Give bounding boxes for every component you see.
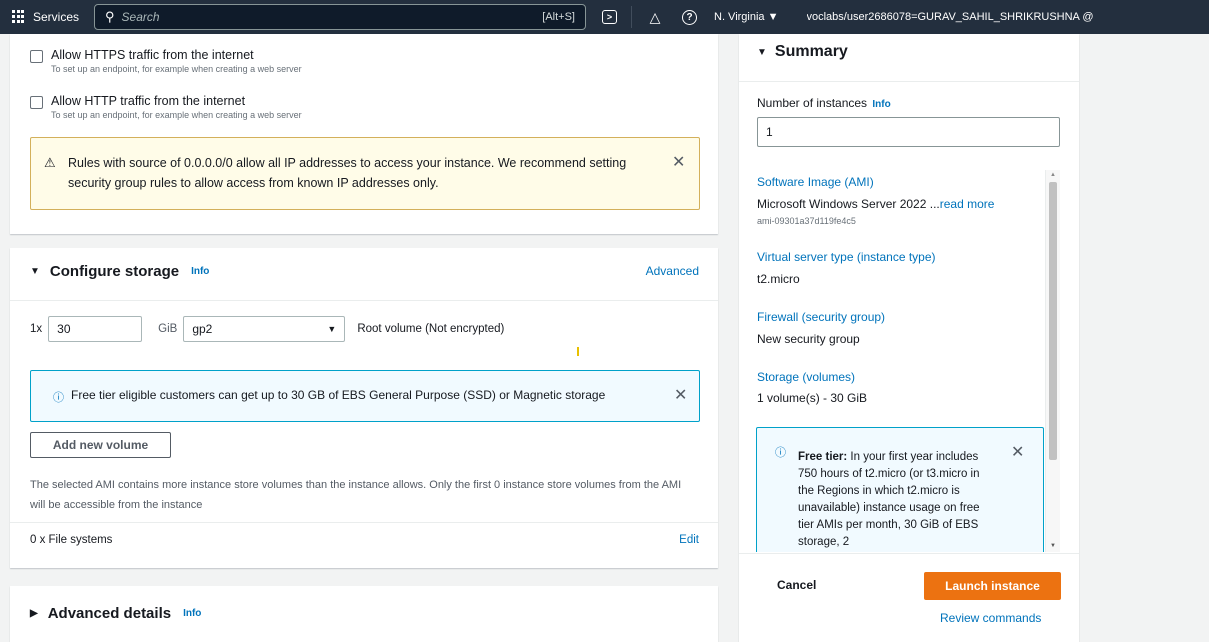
http-checkbox-row: Allow HTTP traffic from the internet To …	[30, 94, 302, 120]
volume-type-value: gp2	[192, 322, 213, 336]
search-placeholder: Search	[121, 10, 160, 24]
account-menu[interactable]: voclabs/user2686078=GURAV_SAHIL_SHRIKRUS…	[807, 11, 1094, 23]
file-systems-divider	[10, 522, 718, 523]
launch-instance-button[interactable]: Launch instance	[924, 572, 1061, 600]
notifications-bell-icon[interactable]: △	[646, 8, 664, 26]
volume-type-select[interactable]: gp2 ▼	[183, 316, 346, 342]
volume-multiplier: 1x	[30, 323, 43, 335]
storage-summary-link[interactable]: Storage (volumes)	[757, 370, 855, 384]
advanced-link[interactable]: Advanced	[646, 264, 699, 278]
free-tier-summary-text: Free tier: In your first year includes 7…	[798, 449, 998, 551]
close-icon[interactable]: ✕	[674, 385, 687, 405]
firewall-link[interactable]: Firewall (security group)	[757, 310, 885, 324]
info-circle-icon: ⓘ	[53, 392, 64, 404]
caret-down-icon: ▼	[757, 46, 767, 58]
root-volume-row: 1x 30 GiB gp2 ▼ Root volume (Not encrypt…	[30, 316, 504, 342]
scroll-down-arrow-icon[interactable]: ▼	[1050, 543, 1056, 549]
free-tier-storage-text: Free tier eligible customers can get up …	[71, 388, 606, 402]
storage-title: Configure storage	[49, 263, 180, 280]
summary-title: Summary	[774, 43, 848, 60]
search-shortcut: [Alt+S]	[542, 11, 575, 23]
volume-unit-label: GiB	[158, 323, 178, 335]
instances-label: Number of instances	[757, 96, 868, 110]
ami-summary-link[interactable]: Software Image (AMI)	[757, 175, 874, 189]
close-icon[interactable]: ✕	[1011, 442, 1024, 462]
help-icon[interactable]: ?	[682, 9, 697, 25]
configure-storage-panel: ▼ Configure storage Info Advanced 1x 30 …	[10, 248, 718, 568]
summary-scrollbar[interactable]: ▲ ▼	[1045, 170, 1060, 552]
cloudshell-icon[interactable]: >	[602, 10, 617, 24]
http-label: Allow HTTP traffic from the internet	[51, 94, 246, 108]
https-checkbox[interactable]	[30, 50, 43, 63]
http-description: To set up an endpoint, for example when …	[51, 110, 302, 120]
warning-text: Rules with source of 0.0.0.0/0 allow all…	[68, 156, 627, 190]
close-icon[interactable]: ✕	[672, 152, 685, 172]
instances-label-row: Number of instances Info	[757, 96, 891, 110]
free-tier-storage-alert: ⓘ Free tier eligible customers can get u…	[30, 370, 700, 422]
network-settings-panel: Allow HTTPS traffic from the internet To…	[10, 34, 718, 234]
root-volume-label: Root volume (Not encrypted)	[357, 323, 505, 335]
instance-type-link[interactable]: Virtual server type (instance type)	[757, 250, 936, 264]
caret-right-icon: ▶	[30, 608, 38, 619]
open-ip-warning-alert: ⚠ Rules with source of 0.0.0.0/0 allow a…	[30, 137, 700, 210]
text-cursor-marker	[577, 347, 579, 356]
instance-type-value: t2.micro	[757, 272, 800, 286]
ami-name: Microsoft Windows Server 2022 ...	[757, 197, 940, 211]
ami-summary-value: Microsoft Windows Server 2022 ...read mo…	[757, 197, 994, 211]
instances-count-input[interactable]: 1	[757, 117, 1060, 147]
add-new-volume-button[interactable]: Add new volume	[30, 432, 171, 458]
volume-size-input[interactable]: 30	[48, 316, 143, 342]
advanced-details-panel: ▶ Advanced details Info	[10, 586, 718, 642]
free-tier-bold-label: Free tier:	[798, 451, 848, 463]
storage-summary-value: 1 volume(s) - 30 GiB	[757, 391, 868, 405]
search-icon: ⚲	[105, 9, 115, 24]
review-commands-link[interactable]: Review commands	[940, 611, 1041, 625]
https-label: Allow HTTPS traffic from the internet	[51, 48, 254, 62]
region-selector[interactable]: N. Virginia ▼	[714, 11, 779, 23]
summary-footer-divider	[739, 553, 1079, 554]
summary-header-divider	[739, 81, 1079, 82]
file-systems-edit-link[interactable]: Edit	[679, 534, 699, 546]
grid-icon	[12, 10, 26, 24]
info-circle-icon: ⓘ	[775, 447, 786, 459]
services-menu-button[interactable]: Services	[12, 10, 92, 24]
advanced-details-title: Advanced details	[47, 605, 172, 622]
warning-triangle-icon: ⚠	[44, 155, 56, 170]
nav-divider	[631, 6, 632, 28]
file-systems-label: 0 x File systems	[30, 534, 113, 546]
storage-info-link[interactable]: Info	[191, 266, 209, 277]
summary-panel: ▼ Summary Number of instances Info 1 Sof…	[739, 34, 1079, 642]
dropdown-arrow-icon: ▼	[327, 324, 337, 334]
instance-store-note: The selected AMI contains more instance …	[30, 479, 682, 511]
free-tier-summary-alert: ⓘ Free tier: In your first year includes…	[756, 427, 1044, 552]
volume-size-value: 30	[57, 322, 71, 336]
free-tier-description: In your first year includes 750 hours of…	[798, 451, 980, 548]
advanced-details-header[interactable]: ▶ Advanced details Info	[30, 605, 201, 622]
scrollbar-thumb[interactable]	[1049, 182, 1057, 460]
cancel-button[interactable]: Cancel	[777, 578, 816, 592]
storage-header-divider	[10, 300, 718, 301]
search-input[interactable]: ⚲ Search [Alt+S]	[94, 4, 586, 30]
advanced-details-info-link[interactable]: Info	[183, 608, 201, 619]
scroll-up-arrow-icon[interactable]: ▲	[1050, 172, 1056, 178]
https-description: To set up an endpoint, for example when …	[51, 64, 302, 74]
ami-id: ami-09301a37d119fe4c5	[757, 216, 856, 226]
top-navigation-bar: Services ⚲ Search [Alt+S] > △ ? N. Virgi…	[0, 0, 1209, 34]
services-label: Services	[33, 10, 80, 24]
https-checkbox-row: Allow HTTPS traffic from the internet To…	[30, 48, 302, 74]
instances-info-link[interactable]: Info	[872, 99, 890, 110]
summary-header[interactable]: ▼ Summary	[757, 43, 848, 61]
caret-down-icon: ▼	[30, 266, 40, 277]
summary-scroll-area: Software Image (AMI) Microsoft Windows S…	[739, 164, 1061, 552]
http-checkbox[interactable]	[30, 96, 43, 109]
instances-count-value: 1	[766, 125, 773, 139]
firewall-value: New security group	[757, 332, 860, 346]
storage-header[interactable]: ▼ Configure storage Info	[30, 263, 209, 280]
ami-read-more-link[interactable]: read more	[940, 197, 995, 211]
